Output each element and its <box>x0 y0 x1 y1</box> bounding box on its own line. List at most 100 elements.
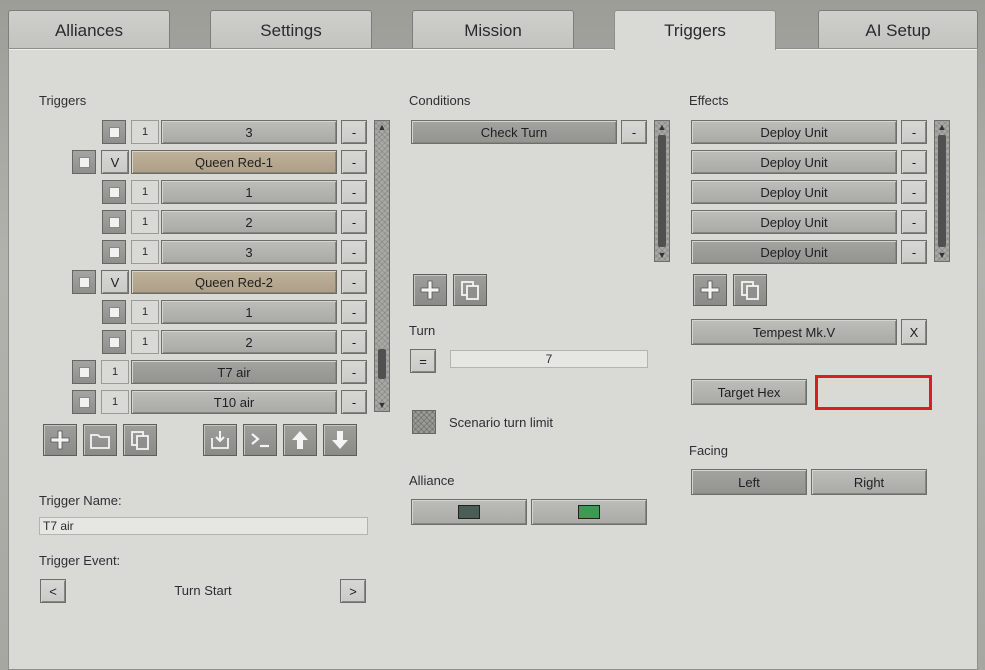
trigger-event-label: Trigger Event: <box>39 553 121 568</box>
copy-trigger-button[interactable] <box>123 424 157 456</box>
add-trigger-button[interactable] <box>43 424 77 456</box>
trigger-checkbox[interactable] <box>72 390 96 414</box>
alliance-label: Alliance <box>409 473 455 488</box>
remove-trigger-button[interactable]: - <box>341 120 367 144</box>
alliance-2-button[interactable] <box>531 499 647 525</box>
terminal-icon <box>251 433 269 448</box>
trigger-row[interactable]: 1 <box>161 300 337 324</box>
remove-trigger-button[interactable]: - <box>341 210 367 234</box>
trigger-checkbox[interactable] <box>102 180 126 204</box>
trigger-group-checkbox[interactable] <box>72 270 96 294</box>
trigger-count: 1 <box>131 120 159 144</box>
tab-triggers[interactable]: Triggers <box>614 10 776 50</box>
remove-trigger-button[interactable]: - <box>341 270 367 294</box>
remove-trigger-button[interactable]: - <box>341 300 367 324</box>
turn-operator-button[interactable]: = <box>410 349 436 373</box>
event-next-button[interactable]: > <box>340 579 366 603</box>
trigger-group-toggle[interactable]: V <box>101 270 129 294</box>
trigger-row[interactable]: T10 air <box>131 390 337 414</box>
scroll-up-icon[interactable]: ▲ <box>657 122 667 132</box>
trigger-group-toggle[interactable]: V <box>101 150 129 174</box>
trigger-checkbox[interactable] <box>102 330 126 354</box>
remove-trigger-button[interactable]: - <box>341 390 367 414</box>
download-icon <box>211 431 229 449</box>
facing-left-button[interactable]: Left <box>691 469 807 495</box>
remove-trigger-button[interactable]: - <box>341 180 367 204</box>
arrow-down-icon <box>332 431 348 449</box>
remove-trigger-button[interactable]: - <box>341 330 367 354</box>
trigger-checkbox[interactable] <box>72 360 96 384</box>
scroll-up-icon[interactable]: ▲ <box>377 122 387 132</box>
turn-value-input[interactable]: 7 <box>450 350 648 368</box>
effects-scrollbar[interactable]: ▲ ▼ <box>934 120 950 262</box>
script-trigger-button[interactable] <box>243 424 277 456</box>
tab-settings[interactable]: Settings <box>210 10 372 50</box>
copy-icon <box>461 281 479 300</box>
trigger-row[interactable]: 3 <box>161 120 337 144</box>
import-trigger-button[interactable] <box>203 424 237 456</box>
scroll-down-icon[interactable]: ▼ <box>657 250 667 260</box>
scroll-down-icon[interactable]: ▼ <box>377 400 387 410</box>
scroll-down-icon[interactable]: ▼ <box>937 250 947 260</box>
trigger-row-selected[interactable]: T7 air <box>131 360 337 384</box>
remove-trigger-button[interactable]: - <box>341 240 367 264</box>
trigger-row[interactable]: 3 <box>161 240 337 264</box>
event-prev-button[interactable]: < <box>40 579 66 603</box>
tab-alliances[interactable]: Alliances <box>8 10 170 50</box>
trigger-name-input[interactable]: T7 air <box>39 517 368 535</box>
add-group-button[interactable] <box>83 424 117 456</box>
arrow-up-icon <box>292 431 308 449</box>
trigger-count: 1 <box>101 390 129 414</box>
scroll-thumb[interactable] <box>658 135 666 247</box>
effect-row[interactable]: Deploy Unit <box>691 210 897 234</box>
trigger-group-checkbox[interactable] <box>72 150 96 174</box>
trigger-checkbox[interactable] <box>102 120 126 144</box>
trigger-checkbox[interactable] <box>102 240 126 264</box>
effect-row[interactable]: Deploy Unit <box>691 150 897 174</box>
remove-effect-button[interactable]: - <box>901 210 927 234</box>
scroll-thumb[interactable] <box>938 135 946 247</box>
add-effect-button[interactable] <box>693 274 727 306</box>
trigger-count: 1 <box>131 240 159 264</box>
scenario-turn-limit-checkbox[interactable] <box>412 410 436 434</box>
effect-row-selected[interactable]: Deploy Unit <box>691 240 897 264</box>
trigger-checkbox[interactable] <box>102 210 126 234</box>
remove-trigger-button[interactable]: - <box>341 360 367 384</box>
clear-unit-button[interactable]: X <box>901 319 927 345</box>
trigger-name-label: Trigger Name: <box>39 493 122 508</box>
trigger-group-row[interactable]: Queen Red-1 <box>131 150 337 174</box>
trigger-row[interactable]: 2 <box>161 330 337 354</box>
remove-trigger-button[interactable]: - <box>341 150 367 174</box>
trigger-checkbox[interactable] <box>102 300 126 324</box>
remove-effect-button[interactable]: - <box>901 180 927 204</box>
trigger-row[interactable]: 1 <box>161 180 337 204</box>
target-hex-button[interactable]: Target Hex <box>691 379 807 405</box>
plus-icon <box>420 280 440 300</box>
copy-condition-button[interactable] <box>453 274 487 306</box>
move-up-button[interactable] <box>283 424 317 456</box>
trigger-row[interactable]: 2 <box>161 210 337 234</box>
triggers-scrollbar[interactable]: ▲ ▼ <box>374 120 390 412</box>
tab-ai-setup[interactable]: AI Setup <box>818 10 978 50</box>
scenario-turn-limit-label: Scenario turn limit <box>449 415 554 430</box>
trigger-group-row[interactable]: Queen Red-2 <box>131 270 337 294</box>
effect-row[interactable]: Deploy Unit <box>691 180 897 204</box>
turn-label: Turn <box>409 323 436 338</box>
remove-effect-button[interactable]: - <box>901 120 927 144</box>
conditions-scrollbar[interactable]: ▲ ▼ <box>654 120 670 262</box>
remove-effect-button[interactable]: - <box>901 240 927 264</box>
alliance-1-button[interactable] <box>411 499 527 525</box>
remove-condition-button[interactable]: - <box>621 120 647 144</box>
move-down-button[interactable] <box>323 424 357 456</box>
tab-mission[interactable]: Mission <box>412 10 574 50</box>
scroll-up-icon[interactable]: ▲ <box>937 122 947 132</box>
add-condition-button[interactable] <box>413 274 447 306</box>
facing-right-button[interactable]: Right <box>811 469 927 495</box>
trigger-count: 1 <box>131 210 159 234</box>
copy-effect-button[interactable] <box>733 274 767 306</box>
remove-effect-button[interactable]: - <box>901 150 927 174</box>
scroll-thumb[interactable] <box>378 349 386 379</box>
effect-row[interactable]: Deploy Unit <box>691 120 897 144</box>
unit-select-button[interactable]: Tempest Mk.V <box>691 319 897 345</box>
condition-row-selected[interactable]: Check Turn <box>411 120 617 144</box>
